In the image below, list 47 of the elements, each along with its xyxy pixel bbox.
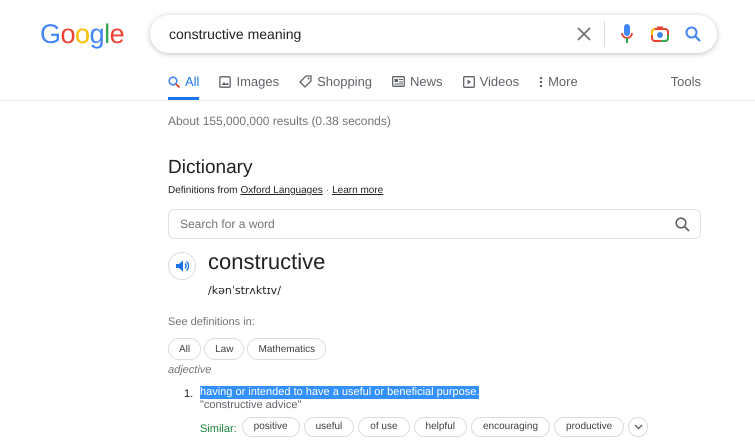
tools-link[interactable]: Tools xyxy=(670,66,701,100)
more-icon xyxy=(539,76,544,88)
phonetic: /kənˈstrʌktɪv/ xyxy=(208,283,282,299)
expand-button[interactable] xyxy=(628,416,648,437)
tab[interactable]: Images xyxy=(219,66,280,100)
synonym-chip[interactable]: productive xyxy=(554,416,624,437)
source-link[interactable]: Oxford Languages xyxy=(240,183,323,198)
source-label: Definitions from xyxy=(168,184,238,198)
synonym-chip[interactable]: positive xyxy=(242,416,300,437)
synonym-chip[interactable]: useful xyxy=(304,416,354,437)
example-text: "constructive advice" xyxy=(200,398,302,412)
pronounce-button[interactable] xyxy=(168,252,196,280)
see-definitions-label: See definitions in: xyxy=(168,314,256,330)
newspaper-icon xyxy=(392,76,406,87)
section-title: Dictionary xyxy=(168,156,254,180)
learn-more-link[interactable]: Learn more xyxy=(332,183,384,198)
tag-icon xyxy=(299,75,312,88)
speaker-icon xyxy=(176,260,188,272)
camera-icon[interactable] xyxy=(650,24,670,44)
domain-chip[interactable]: All xyxy=(168,338,202,360)
synonym-chip[interactable]: helpful xyxy=(414,416,467,437)
word-search-input[interactable]: Search for a word xyxy=(180,215,675,233)
tab[interactable]: Videos xyxy=(462,66,520,100)
synonym-chip[interactable]: encouraging xyxy=(470,416,550,437)
tab[interactable]: News xyxy=(392,66,443,100)
similar-label: Similar: xyxy=(200,422,237,436)
tab[interactable]: All xyxy=(168,66,200,100)
play-icon xyxy=(462,76,475,88)
tab[interactable]: More xyxy=(539,66,578,100)
definition-text: having or intended to have a useful or beneficial purpose. xyxy=(200,386,480,398)
headword: constructive xyxy=(208,249,326,275)
chevron-down-icon xyxy=(634,424,643,430)
separator: · xyxy=(326,184,330,198)
result-stats: About 155,000,000 results (0.38 seconds) xyxy=(168,113,392,130)
tab[interactable]: Shopping xyxy=(299,66,372,100)
domain-chip[interactable]: Mathematics xyxy=(247,338,326,360)
search-icon xyxy=(675,216,690,232)
search-button[interactable] xyxy=(683,24,703,44)
part-of-speech: adjective xyxy=(168,363,212,378)
search-bar[interactable]: constructive meaning xyxy=(150,15,717,53)
image-icon xyxy=(219,76,232,88)
search-icon xyxy=(168,76,180,88)
synonym-chip[interactable]: of use xyxy=(358,416,410,437)
definition-number: 1. xyxy=(184,386,194,402)
domain-chip[interactable]: Law xyxy=(204,338,244,360)
word-search-field[interactable]: Search for a word xyxy=(168,209,701,239)
search-input[interactable]: constructive meaning xyxy=(169,24,574,44)
